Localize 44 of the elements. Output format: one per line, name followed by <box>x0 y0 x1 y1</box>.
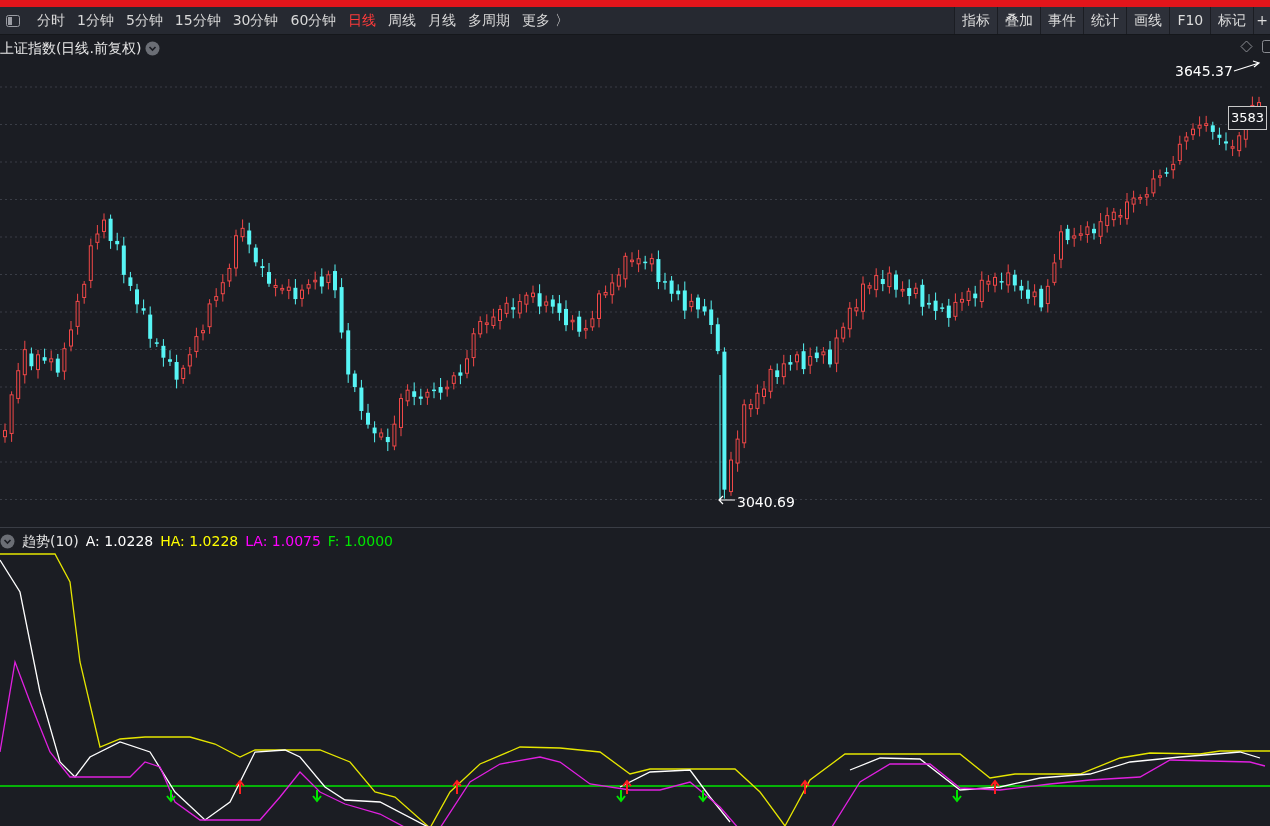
down-arrow-icon <box>616 789 626 803</box>
chart-title: 上证指数(日线.前复权) <box>0 39 142 58</box>
indicator-value: LA: 1.0075 <box>245 532 321 551</box>
diamond-icon[interactable] <box>1240 40 1253 53</box>
period-tab[interactable]: 日线 <box>343 10 382 31</box>
indicator-name: 趋势(10) <box>22 532 79 551</box>
down-arrow-icon <box>166 789 176 803</box>
leader-line <box>1233 59 1261 73</box>
period-tab[interactable]: 更多 〉 <box>517 10 574 31</box>
toolbar-button[interactable]: 画线 <box>1126 7 1170 34</box>
up-arrow-icon <box>622 779 632 795</box>
indicator-value: F: 1.0000 <box>327 532 393 551</box>
low-price-label: 3040.69 <box>737 493 795 512</box>
down-arrow-icon <box>312 789 322 803</box>
toolbar-button[interactable]: 统计 <box>1083 7 1127 34</box>
toolbar-button[interactable]: + <box>1253 7 1270 34</box>
period-tab[interactable]: 月线 <box>423 10 462 31</box>
period-tab[interactable]: 1分钟 <box>72 10 119 31</box>
up-arrow-icon <box>452 779 462 795</box>
up-arrow-icon <box>990 779 1000 795</box>
up-arrow-icon <box>235 779 245 795</box>
chevron-down-icon[interactable] <box>0 534 15 549</box>
leader-line <box>718 495 736 505</box>
period-tab[interactable]: 30分钟 <box>227 10 284 31</box>
high-price-label: 3645.37 <box>1175 62 1233 81</box>
indicator-value: A: 1.0228 <box>85 532 154 551</box>
panel-toggle-icon[interactable] <box>6 14 20 27</box>
toolbar-button[interactable]: 标记 <box>1210 7 1254 34</box>
toolbar-button[interactable]: 事件 <box>1040 7 1084 34</box>
price-tag: 3583 <box>1228 106 1268 130</box>
period-tab[interactable]: 分时 <box>32 10 70 31</box>
toolbar-button[interactable]: 叠加 <box>997 7 1041 34</box>
period-tab[interactable]: 60分钟 <box>285 10 342 31</box>
toolbar-button[interactable]: F10 <box>1169 7 1211 34</box>
toolbar-button[interactable]: 指标 <box>954 7 998 34</box>
up-arrow-icon <box>800 779 810 795</box>
period-tab[interactable]: 多周期 <box>463 10 516 31</box>
down-arrow-icon <box>698 789 708 803</box>
period-tab[interactable]: 15分钟 <box>169 10 226 31</box>
period-tab[interactable]: 5分钟 <box>120 10 168 31</box>
period-tab[interactable]: 周线 <box>383 10 422 31</box>
chevron-down-icon[interactable] <box>145 41 161 56</box>
down-arrow-icon <box>952 789 962 803</box>
indicator-value: HA: 1.0228 <box>160 532 239 551</box>
